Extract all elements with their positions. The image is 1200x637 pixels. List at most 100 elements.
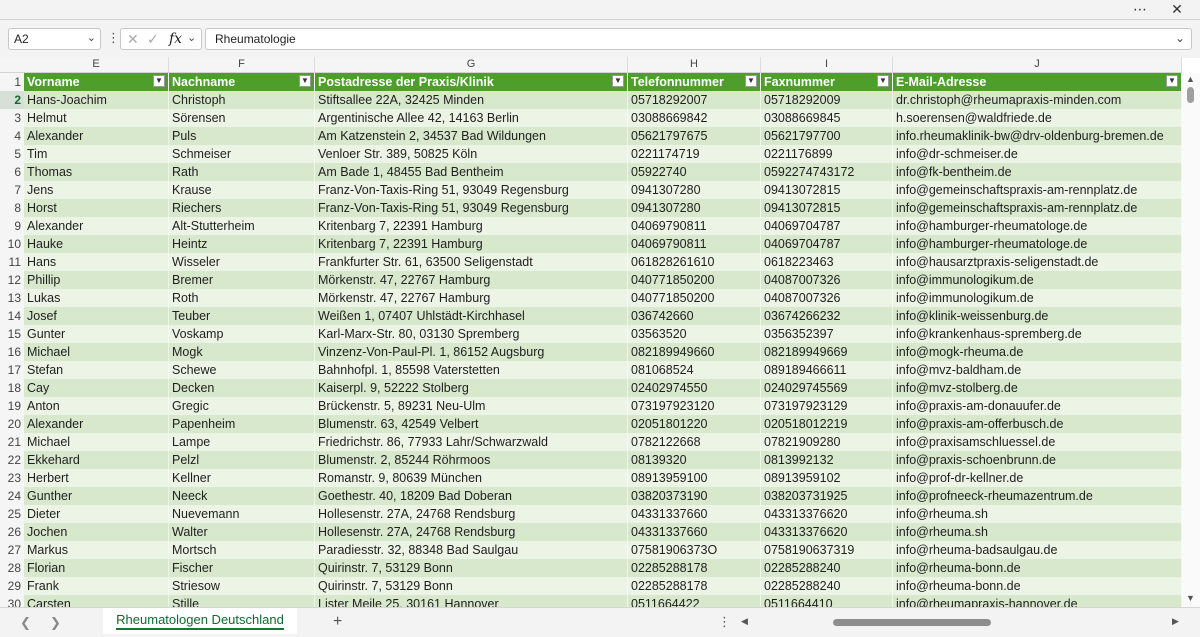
scroll-down-icon[interactable]: ▼ — [1186, 593, 1195, 603]
table-cell[interactable]: Fischer — [169, 559, 315, 577]
table-cell[interactable]: Schmeiser — [169, 145, 315, 163]
table-cell[interactable]: 040771850200 — [628, 289, 761, 307]
row-number[interactable]: 12 — [0, 271, 24, 289]
table-header-cell[interactable]: Telefonnummer ▼ — [628, 73, 761, 91]
table-cell[interactable]: 04069790811 — [628, 217, 761, 235]
table-cell[interactable]: 0592274743172 — [761, 163, 893, 181]
table-cell[interactable]: Anton — [24, 397, 169, 415]
table-cell[interactable]: 09413072815 — [761, 181, 893, 199]
table-cell[interactable]: Goethestr. 40, 18209 Bad Doberan — [315, 487, 628, 505]
table-cell[interactable]: 0813992132 — [761, 451, 893, 469]
filter-dropdown-icon[interactable]: ▼ — [299, 75, 311, 87]
filter-dropdown-icon[interactable]: ▼ — [1166, 75, 1178, 87]
table-cell[interactable]: 08913959100 — [628, 469, 761, 487]
table-cell[interactable]: 0511664410 — [761, 595, 893, 607]
name-box[interactable]: A2 ⌄ — [8, 28, 101, 50]
table-cell[interactable]: info@praxisamschluessel.de — [893, 433, 1182, 451]
scroll-up-icon[interactable]: ▲ — [1186, 74, 1195, 84]
table-cell[interactable]: info@mogk-rheuma.de — [893, 343, 1182, 361]
table-header-cell[interactable]: E-Mail-Adresse ▼ — [893, 73, 1182, 91]
table-cell[interactable]: Blumenstr. 63, 42549 Velbert — [315, 415, 628, 433]
table-cell[interactable]: Romanstr. 9, 80639 München — [315, 469, 628, 487]
table-cell[interactable]: Gunther — [24, 487, 169, 505]
table-cell[interactable]: Weißen 1, 07407 Uhlstädt-Kirchhasel — [315, 307, 628, 325]
table-cell[interactable]: info@praxis-am-donauufer.de — [893, 397, 1182, 415]
table-cell[interactable]: Markus — [24, 541, 169, 559]
table-cell[interactable]: 036742660 — [628, 307, 761, 325]
table-cell[interactable]: Wisseler — [169, 253, 315, 271]
table-cell[interactable]: 02402974550 — [628, 379, 761, 397]
table-cell[interactable]: Rath — [169, 163, 315, 181]
row-number[interactable]: 19 — [0, 397, 24, 415]
row-number[interactable]: 2 — [0, 91, 24, 109]
table-cell[interactable]: h.soerensen@waldfriede.de — [893, 109, 1182, 127]
table-cell[interactable]: 040771850200 — [628, 271, 761, 289]
table-cell[interactable]: 04069704787 — [761, 235, 893, 253]
formula-input[interactable]: Rheumatologie ⌄ — [205, 28, 1192, 50]
table-cell[interactable]: 038203731925 — [761, 487, 893, 505]
table-cell[interactable]: info@gemeinschaftspraxis-am-rennplatz.de — [893, 181, 1182, 199]
row-number[interactable]: 16 — [0, 343, 24, 361]
row-number[interactable]: 17 — [0, 361, 24, 379]
table-cell[interactable]: Friedrichstr. 86, 77933 Lahr/Schwarzwald — [315, 433, 628, 451]
row-number[interactable]: 29 — [0, 577, 24, 595]
row-number[interactable]: 25 — [0, 505, 24, 523]
close-icon[interactable]: ✕ — [1165, 0, 1189, 19]
table-cell[interactable]: 02285288178 — [628, 559, 761, 577]
table-cell[interactable]: info@rheuma.sh — [893, 505, 1182, 523]
function-icon[interactable]: fx — [169, 31, 182, 47]
table-cell[interactable]: info@hamburger-rheumatologe.de — [893, 217, 1182, 235]
table-cell[interactable]: Phillip — [24, 271, 169, 289]
table-cell[interactable]: Gunter — [24, 325, 169, 343]
filter-dropdown-icon[interactable]: ▼ — [612, 75, 624, 87]
row-number[interactable]: 6 — [0, 163, 24, 181]
table-cell[interactable]: info@praxis-am-offerbusch.de — [893, 415, 1182, 433]
table-cell[interactable]: Ekkehard — [24, 451, 169, 469]
table-cell[interactable]: Franz-Von-Taxis-Ring 51, 93049 Regensbur… — [315, 199, 628, 217]
vertical-scroll-thumb[interactable] — [1187, 87, 1194, 103]
table-cell[interactable]: Blumenstr. 2, 85244 Röhrmoos — [315, 451, 628, 469]
table-cell[interactable]: dr.christoph@rheumapraxis-minden.com — [893, 91, 1182, 109]
row-number[interactable]: 10 — [0, 235, 24, 253]
table-cell[interactable]: 043313376620 — [761, 523, 893, 541]
row-number[interactable]: 23 — [0, 469, 24, 487]
table-cell[interactable]: 081068524 — [628, 361, 761, 379]
row-number[interactable]: 26 — [0, 523, 24, 541]
table-cell[interactable]: 073197923129 — [761, 397, 893, 415]
column-header-i[interactable]: I — [761, 57, 893, 72]
table-cell[interactable]: 05922740 — [628, 163, 761, 181]
table-cell[interactable]: Voskamp — [169, 325, 315, 343]
table-cell[interactable]: Neeck — [169, 487, 315, 505]
table-cell[interactable]: 03088669845 — [761, 109, 893, 127]
table-cell[interactable]: Heintz — [169, 235, 315, 253]
expand-formula-icon[interactable]: ⌄ — [1175, 31, 1185, 45]
column-header-h[interactable]: H — [628, 57, 761, 72]
table-cell[interactable]: Cay — [24, 379, 169, 397]
table-cell[interactable]: Kaiserpl. 9, 52222 Stolberg — [315, 379, 628, 397]
row-number[interactable]: 22 — [0, 451, 24, 469]
select-all-corner[interactable] — [0, 57, 24, 72]
table-cell[interactable]: Hauke — [24, 235, 169, 253]
row-number[interactable]: 30 — [0, 595, 24, 607]
table-cell[interactable]: 04069790811 — [628, 235, 761, 253]
row-number[interactable]: 9 — [0, 217, 24, 235]
table-cell[interactable]: info@rheuma.sh — [893, 523, 1182, 541]
table-cell[interactable]: Hans — [24, 253, 169, 271]
table-cell[interactable]: 020518012219 — [761, 415, 893, 433]
filter-dropdown-icon[interactable]: ▼ — [745, 75, 757, 87]
table-cell[interactable]: info@mvz-baldham.de — [893, 361, 1182, 379]
row-number[interactable]: 21 — [0, 433, 24, 451]
row-number[interactable]: 18 — [0, 379, 24, 397]
table-cell[interactable]: Quirinstr. 7, 53129 Bonn — [315, 577, 628, 595]
table-header-cell[interactable]: Faxnummer ▼ — [761, 73, 893, 91]
table-cell[interactable]: 03820373190 — [628, 487, 761, 505]
table-cell[interactable]: 082189949660 — [628, 343, 761, 361]
scroll-right-icon[interactable]: ▶ — [1172, 616, 1179, 627]
table-cell[interactable]: Karl-Marx-Str. 80, 03130 Spremberg — [315, 325, 628, 343]
table-cell[interactable]: 0221174719 — [628, 145, 761, 163]
table-cell[interactable]: info@immunologikum.de — [893, 271, 1182, 289]
table-header-cell[interactable]: Nachname ▼ — [169, 73, 315, 91]
table-cell[interactable]: info@klinik-weissenburg.de — [893, 307, 1182, 325]
table-cell[interactable]: Sörensen — [169, 109, 315, 127]
filter-dropdown-icon[interactable]: ▼ — [153, 75, 165, 87]
